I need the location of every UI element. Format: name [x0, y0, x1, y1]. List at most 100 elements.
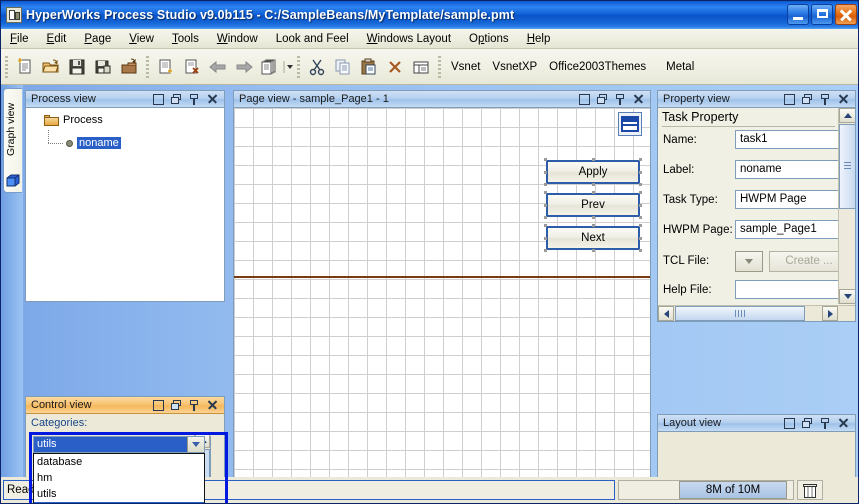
tcl-file-combo[interactable]	[735, 250, 763, 272]
menu-window[interactable]: Window	[208, 31, 267, 47]
pin-icon[interactable]	[820, 93, 831, 105]
layout-view-title: Layout view	[663, 417, 722, 429]
maximize-icon[interactable]	[784, 93, 795, 105]
toolbar-grip-4[interactable]	[438, 55, 441, 78]
close-button[interactable]	[835, 4, 857, 25]
category-dropdown-list[interactable]: database hm utils sample	[33, 453, 205, 503]
dropdown-option-hm[interactable]: hm	[34, 470, 204, 486]
table-icon[interactable]	[618, 112, 642, 136]
hwpm-page-field[interactable]: sample_Page1	[735, 220, 845, 239]
property-row-label: Label: noname	[663, 160, 855, 179]
maximize-icon[interactable]	[579, 93, 590, 105]
pages-dropdown-arrow-icon[interactable]	[283, 54, 293, 80]
task-type-label: Task Type:	[663, 193, 718, 206]
category-combo-box[interactable]: utils	[33, 436, 205, 453]
tree-root-node[interactable]: Process	[44, 114, 103, 126]
save-as-icon[interactable]	[90, 54, 116, 80]
scroll-left-button[interactable]	[658, 306, 674, 321]
pin-icon[interactable]	[189, 93, 200, 105]
help-file-field[interactable]	[735, 280, 845, 299]
close-icon[interactable]	[838, 93, 849, 105]
close-icon[interactable]	[633, 93, 644, 105]
theme-office2003[interactable]: Office2003Themes	[543, 59, 652, 75]
paste-icon[interactable]	[356, 54, 382, 80]
scroll-down-button[interactable]	[839, 289, 855, 304]
theme-metal[interactable]: Metal	[660, 59, 700, 75]
close-icon[interactable]	[838, 417, 849, 429]
left-tab-strip: Graph view	[1, 85, 23, 477]
sidebar-tab-graph-view[interactable]: Graph view	[3, 88, 22, 193]
close-icon[interactable]	[207, 399, 218, 411]
maximize-icon[interactable]	[784, 417, 795, 429]
scroll-thumb-horizontal[interactable]	[675, 306, 805, 321]
dropdown-option-database[interactable]: database	[34, 454, 204, 470]
restore-icon[interactable]	[597, 93, 608, 105]
cut-icon[interactable]	[304, 54, 330, 80]
toolbar-grip[interactable]	[5, 55, 8, 78]
restore-icon[interactable]	[802, 93, 813, 105]
menu-page[interactable]: Page	[75, 31, 120, 47]
menu-windows-layout[interactable]: Windows Layout	[358, 31, 460, 47]
maximize-icon[interactable]	[153, 93, 164, 105]
menu-help[interactable]: Help	[518, 31, 560, 47]
menu-view[interactable]: View	[120, 31, 163, 47]
toolbar-grip-3[interactable]	[297, 55, 300, 78]
maximize-icon[interactable]	[153, 399, 164, 411]
forward-arrow-icon[interactable]	[231, 54, 257, 80]
label-field[interactable]: noname	[735, 160, 845, 179]
pin-icon[interactable]	[615, 93, 626, 105]
task-type-field[interactable]: HWPM Page	[735, 190, 845, 209]
scroll-up-button[interactable]	[839, 108, 855, 123]
menu-look-and-feel[interactable]: Look and Feel	[267, 31, 358, 47]
name-field[interactable]: task1	[735, 130, 845, 149]
apply-button[interactable]: Apply	[546, 160, 640, 184]
scroll-thumb[interactable]	[839, 124, 855, 209]
back-arrow-icon[interactable]	[205, 54, 231, 80]
apply-button-wrapper: Apply	[544, 158, 642, 186]
application-icon	[6, 7, 22, 23]
page-view-title-bar: Page view - sample_Page1 - 1	[234, 91, 650, 108]
restore-icon[interactable]	[802, 417, 813, 429]
pin-icon[interactable]	[189, 399, 200, 411]
property-horizontal-scrollbar[interactable]	[658, 305, 855, 321]
menu-file[interactable]: FFileile	[1, 31, 38, 47]
property-row-help-file: Help File:	[663, 280, 855, 299]
pin-icon[interactable]	[820, 417, 831, 429]
page-view-canvas[interactable]: Apply Prev Next	[234, 108, 650, 503]
property-vertical-scrollbar[interactable]	[838, 108, 855, 304]
create-button[interactable]: Create ...	[769, 250, 849, 272]
save-icon[interactable]	[64, 54, 90, 80]
minimize-button[interactable]	[787, 4, 809, 25]
new-icon[interactable]	[12, 54, 38, 80]
scroll-right-button[interactable]	[822, 306, 838, 321]
theme-vsnet[interactable]: Vsnet	[445, 59, 486, 75]
open-folder-icon[interactable]	[38, 54, 64, 80]
maximize-button[interactable]	[811, 4, 833, 25]
chevron-down-icon[interactable]	[187, 437, 204, 452]
menu-options[interactable]: Options	[460, 31, 518, 47]
tree-child-node[interactable]: noname	[66, 137, 121, 149]
theme-vsnetxp[interactable]: VsnetXP	[486, 59, 543, 75]
copy-icon[interactable]	[330, 54, 356, 80]
trash-icon	[803, 483, 817, 498]
cube-icon	[6, 174, 20, 188]
close-icon[interactable]	[207, 93, 218, 105]
gc-trash-button[interactable]	[797, 480, 823, 500]
hwpm-page-label: HWPM Page:	[663, 223, 733, 236]
toolbar-grip-2[interactable]	[146, 55, 149, 78]
new-page-icon[interactable]	[153, 54, 179, 80]
graph-view-tab-label: Graph view	[5, 102, 17, 156]
title-bar: HyperWorks Process Studio v9.0b115 - C:/…	[1, 1, 858, 29]
delete-page-icon[interactable]	[179, 54, 205, 80]
next-button[interactable]: Next	[546, 226, 640, 250]
menu-tools[interactable]: Tools	[163, 31, 208, 47]
menu-edit[interactable]: Edit	[38, 31, 76, 47]
dropdown-option-utils[interactable]: utils	[34, 486, 204, 502]
pages-icon[interactable]	[257, 54, 283, 80]
export-icon[interactable]	[116, 54, 142, 80]
delete-icon[interactable]	[382, 54, 408, 80]
restore-icon[interactable]	[171, 93, 182, 105]
restore-icon[interactable]	[171, 399, 182, 411]
prev-button[interactable]: Prev	[546, 193, 640, 217]
properties-icon[interactable]	[408, 54, 434, 80]
